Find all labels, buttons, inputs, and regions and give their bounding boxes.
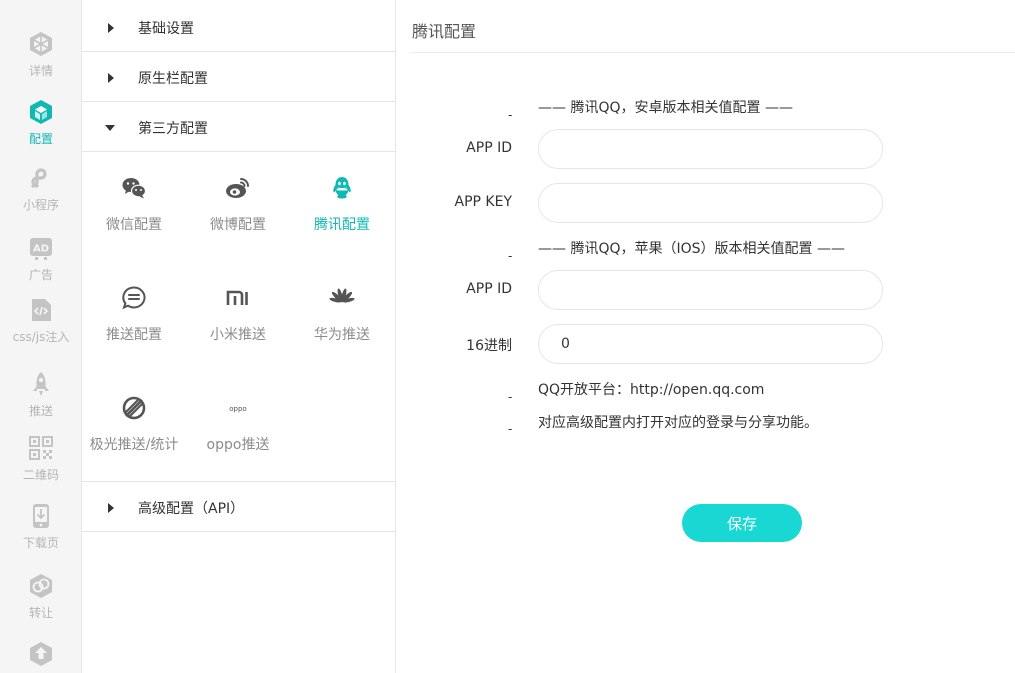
rail-label: css/js注入 xyxy=(12,330,70,344)
code-file-icon xyxy=(32,299,51,321)
rocket-icon xyxy=(33,372,49,396)
grid-item-push[interactable]: 推送配置 xyxy=(82,262,186,372)
ios-hex-label: 16进制 xyxy=(466,338,512,354)
rail-item-config[interactable]: 配置 xyxy=(0,88,82,154)
svg-text:AD: AD xyxy=(33,244,49,255)
rail-item-mini-program[interactable]: 小程序 xyxy=(0,154,82,220)
cube-outline-icon xyxy=(30,32,52,56)
ios-section-title: —— 腾讯QQ，苹果（IOS）版本相关值配置 —— xyxy=(538,241,845,257)
android-app-id-label: APP ID xyxy=(466,140,512,156)
rail-item-upgrade[interactable]: 升级 xyxy=(0,630,82,673)
rail-label: 小程序 xyxy=(22,198,59,212)
ios-app-id-input[interactable] xyxy=(538,270,883,310)
icon-rail: 详情 配置 小程序 AD 广告 css/js注入 推送 二维码 下载页 转让 xyxy=(0,0,82,673)
cube-icon xyxy=(30,100,52,124)
grid-item-label: oppo推送 xyxy=(206,437,270,453)
rail-item-download-page[interactable]: 下载页 xyxy=(0,492,82,558)
android-app-key-input[interactable] xyxy=(538,183,883,223)
android-section-title: —— 腾讯QQ，安卓版本相关值配置 —— xyxy=(538,100,793,116)
grid-item-label: 腾讯配置 xyxy=(314,217,370,233)
huawei-icon xyxy=(329,288,355,303)
grid-item-xiaomi[interactable]: 小米推送 xyxy=(186,262,290,372)
caret-right-icon xyxy=(108,73,114,83)
page-title: 腾讯配置 xyxy=(412,22,477,41)
caret-right-icon xyxy=(108,503,114,513)
grid-item-label: 微博配置 xyxy=(210,217,266,233)
grid-item-oppo[interactable]: oppo oppo推送 xyxy=(186,372,290,482)
row-dash: - xyxy=(508,422,513,436)
rail-item-transfer[interactable]: 转让 xyxy=(0,562,82,628)
grid-item-label: 极光推送/统计 xyxy=(89,437,179,453)
rail-item-details[interactable]: 详情 xyxy=(0,20,82,86)
grid-item-label: 推送配置 xyxy=(106,327,162,343)
rail-label: 二维码 xyxy=(22,468,59,482)
rail-item-ad[interactable]: AD 广告 xyxy=(0,224,82,290)
upgrade-icon xyxy=(30,642,52,666)
grid-item-weibo[interactable]: 微博配置 xyxy=(186,152,290,262)
rail-label: 配置 xyxy=(28,132,53,146)
rail-label: 下载页 xyxy=(22,536,59,550)
menu-section-third-party[interactable]: 第三方配置 xyxy=(82,102,396,152)
caret-down-icon xyxy=(105,125,115,131)
grid-item-label: 微信配置 xyxy=(106,217,162,233)
settings-menu: 基础设置 原生栏配置 第三方配置 微信配置 微博配置 腾讯配置 推送配置 小米推… xyxy=(82,0,396,673)
ios-hex-input[interactable] xyxy=(538,324,883,364)
menu-section-basic[interactable]: 基础设置 xyxy=(82,2,396,52)
jpush-icon xyxy=(122,396,146,420)
rail-item-qrcode[interactable]: 二维码 xyxy=(0,424,82,490)
row-dash: - xyxy=(508,108,513,122)
oppo-icon: oppo xyxy=(229,405,246,413)
save-button[interactable]: 保存 xyxy=(682,504,802,542)
rail-item-css-js[interactable]: css/js注入 xyxy=(0,286,82,352)
row-dash: - xyxy=(508,249,513,263)
menu-section-label: 原生栏配置 xyxy=(138,71,208,87)
mini-program-icon xyxy=(31,168,47,188)
menu-section-label: 基础设置 xyxy=(138,21,194,37)
download-page-icon xyxy=(33,504,49,528)
rail-label: 推送 xyxy=(28,404,53,418)
xiaomi-icon xyxy=(226,290,248,305)
row-dash: - xyxy=(508,390,513,404)
grid-item-wechat[interactable]: 微信配置 xyxy=(82,152,186,262)
menu-section-advanced-api[interactable]: 高级配置（API） xyxy=(82,482,396,532)
message-icon xyxy=(122,286,146,310)
grid-item-label: 华为推送 xyxy=(314,327,370,343)
grid-item-huawei[interactable]: 华为推送 xyxy=(290,262,394,372)
advanced-config-note: 对应高级配置内打开对应的登录与分享功能。 xyxy=(538,415,818,431)
grid-item-tencent[interactable]: 腾讯配置 xyxy=(290,152,394,262)
qq-icon xyxy=(333,177,351,199)
grid-item-jpush[interactable]: 极光推送/统计 xyxy=(82,372,186,482)
weibo-icon xyxy=(226,178,249,198)
menu-section-label: 高级配置（API） xyxy=(138,501,245,517)
menu-section-native-bar[interactable]: 原生栏配置 xyxy=(82,52,396,102)
android-app-key-label: APP KEY xyxy=(454,194,513,210)
rail-label: 详情 xyxy=(28,64,53,78)
menu-section-label: 第三方配置 xyxy=(138,121,208,137)
ad-icon: AD xyxy=(30,238,52,260)
rail-label: 广告 xyxy=(28,268,53,282)
qq-open-platform-note: QQ开放平台：http://open.qq.com xyxy=(538,382,765,398)
wechat-icon xyxy=(122,178,147,199)
ios-app-id-label: APP ID xyxy=(466,281,512,297)
oppo-logo-text: oppo xyxy=(229,405,246,413)
rail-item-push[interactable]: 推送 xyxy=(0,360,82,426)
title-divider xyxy=(410,52,1015,53)
caret-right-icon xyxy=(108,23,114,33)
transfer-icon xyxy=(30,574,52,598)
third-party-grid: 微信配置 微博配置 腾讯配置 推送配置 小米推送 华为推送 极光推送/统计 op… xyxy=(82,152,396,482)
rail-label: 转让 xyxy=(28,606,53,620)
config-panel: 腾讯配置 - —— 腾讯QQ，安卓版本相关值配置 —— APP ID APP K… xyxy=(396,0,1015,673)
android-app-id-input[interactable] xyxy=(538,129,883,169)
grid-item-label: 小米推送 xyxy=(210,327,266,343)
qrcode-icon xyxy=(29,436,53,460)
